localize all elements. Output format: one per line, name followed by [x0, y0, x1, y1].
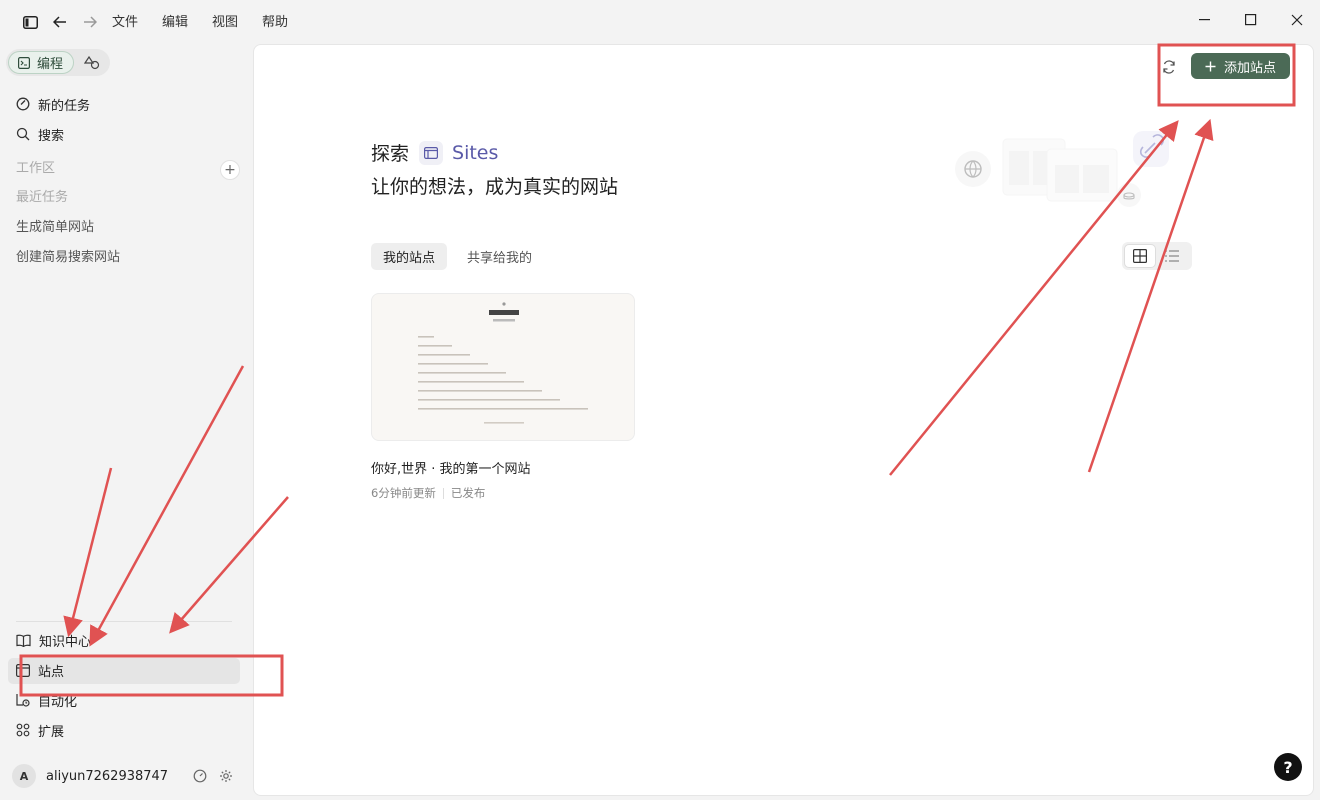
menu-file[interactable]: 文件 [112, 14, 138, 32]
extensions-icon [16, 723, 30, 737]
menu-bar: 文件 编辑 视图 帮助 [112, 14, 312, 32]
username: aliyun7262938747 [46, 768, 169, 784]
menu-view[interactable]: 视图 [212, 14, 238, 32]
settings-gear-icon[interactable] [218, 768, 234, 784]
list-view-icon[interactable] [1156, 244, 1188, 268]
sidebar-item-search[interactable]: 搜索 [16, 123, 64, 145]
toggle-sidebar-icon[interactable] [22, 14, 38, 30]
title-bar: 文件 编辑 视图 帮助 [0, 0, 1320, 44]
minimize-icon[interactable] [1193, 10, 1217, 30]
sidebar-item-automation[interactable]: 自动化 [16, 689, 77, 711]
add-workspace-button[interactable]: + [220, 160, 240, 180]
sidebar-item-label: 搜索 [38, 128, 65, 144]
hero-subtitle: 让你的想法，成为真实的网站 [371, 176, 619, 198]
back-arrow-icon[interactable] [52, 14, 68, 30]
search-icon [16, 127, 30, 141]
add-site-label: 添加站点 [1223, 60, 1276, 76]
menu-edit[interactable]: 编辑 [162, 14, 188, 32]
mode-switch: 编程 [6, 49, 110, 76]
site-card-thumbnail[interactable] [371, 293, 635, 441]
sidebar-item-label: 扩展 [38, 724, 65, 740]
recent-task-item[interactable]: 创建简易搜索网站 [16, 248, 120, 268]
site-status: 已发布 [450, 486, 486, 500]
hero-prefix: 探索 [371, 143, 410, 165]
sidebar-item-label: 知识中心 [39, 634, 92, 650]
sidebar-item-label: 站点 [38, 664, 65, 680]
hero-title: 探索 Sites [371, 139, 498, 166]
plus-icon: + [224, 162, 236, 178]
avatar: A [12, 764, 36, 788]
automation-icon [16, 694, 30, 707]
sidebar-item-knowledge[interactable]: 知识中心 [16, 629, 91, 651]
sidebar-divider [16, 621, 232, 622]
help-button[interactable]: ? [1274, 753, 1302, 781]
site-updated-time: 6分钟前更新 [371, 486, 436, 500]
close-icon[interactable] [1285, 10, 1309, 30]
grid-view-icon[interactable] [1124, 244, 1156, 268]
sidebar-item-new-task[interactable]: 新的任务 [16, 93, 90, 115]
sidebar-item-extensions[interactable]: 扩展 [16, 719, 64, 741]
sites-product-chip: Sites [419, 140, 499, 165]
plus-icon [1205, 61, 1216, 71]
mode-design-button[interactable] [82, 53, 102, 73]
site-tabs: 我的站点 共享给我的 [371, 243, 544, 270]
main-panel: 添加站点 探索 Sites 让你的想法，成为真实的网站 我的站点 共享给我的 你… [253, 44, 1314, 796]
sites-icon [419, 140, 444, 165]
forward-arrow-icon[interactable] [82, 14, 98, 30]
sidebar-item-label: 自动化 [38, 694, 78, 710]
sidebar-item-sites[interactable]: 站点 [16, 659, 64, 681]
site-preview-image [418, 302, 588, 424]
mode-coding-label: 编程 [37, 57, 64, 72]
recent-section-label: 最近任务 [16, 190, 69, 205]
site-card-meta: 6分钟前更新 已发布 [371, 485, 485, 501]
tab-shared-with-me[interactable]: 共享给我的 [455, 243, 544, 270]
sidebar: 编程 新的任务 搜索 工作区 + 最近任务 生成简单网站 创建简易搜索网站 知识… [0, 44, 252, 800]
site-card-title[interactable]: 你好,世界 · 我的第一个网站 [371, 458, 531, 477]
refresh-icon[interactable] [1159, 57, 1179, 77]
view-toggle [1122, 242, 1192, 270]
tab-my-sites[interactable]: 我的站点 [371, 243, 448, 270]
product-name: Sites [452, 141, 499, 164]
recent-task-item[interactable]: 生成简单网站 [16, 218, 94, 238]
hero-illustration [955, 131, 1169, 207]
new-task-icon [16, 97, 30, 111]
maximize-icon[interactable] [1239, 10, 1263, 30]
meta-separator [442, 487, 444, 499]
code-icon [18, 56, 30, 69]
add-site-button[interactable]: 添加站点 [1191, 53, 1290, 79]
user-profile[interactable]: A aliyun7262938747 [12, 764, 168, 788]
sidebar-item-label: 新的任务 [38, 98, 91, 114]
menu-help[interactable]: 帮助 [262, 14, 288, 32]
usage-gauge-icon[interactable] [192, 768, 208, 784]
workspace-section-label: 工作区 [16, 161, 56, 176]
sites-icon [16, 663, 30, 677]
book-icon [16, 634, 31, 647]
mode-coding-button[interactable]: 编程 [8, 51, 74, 74]
shapes-icon [84, 56, 100, 70]
